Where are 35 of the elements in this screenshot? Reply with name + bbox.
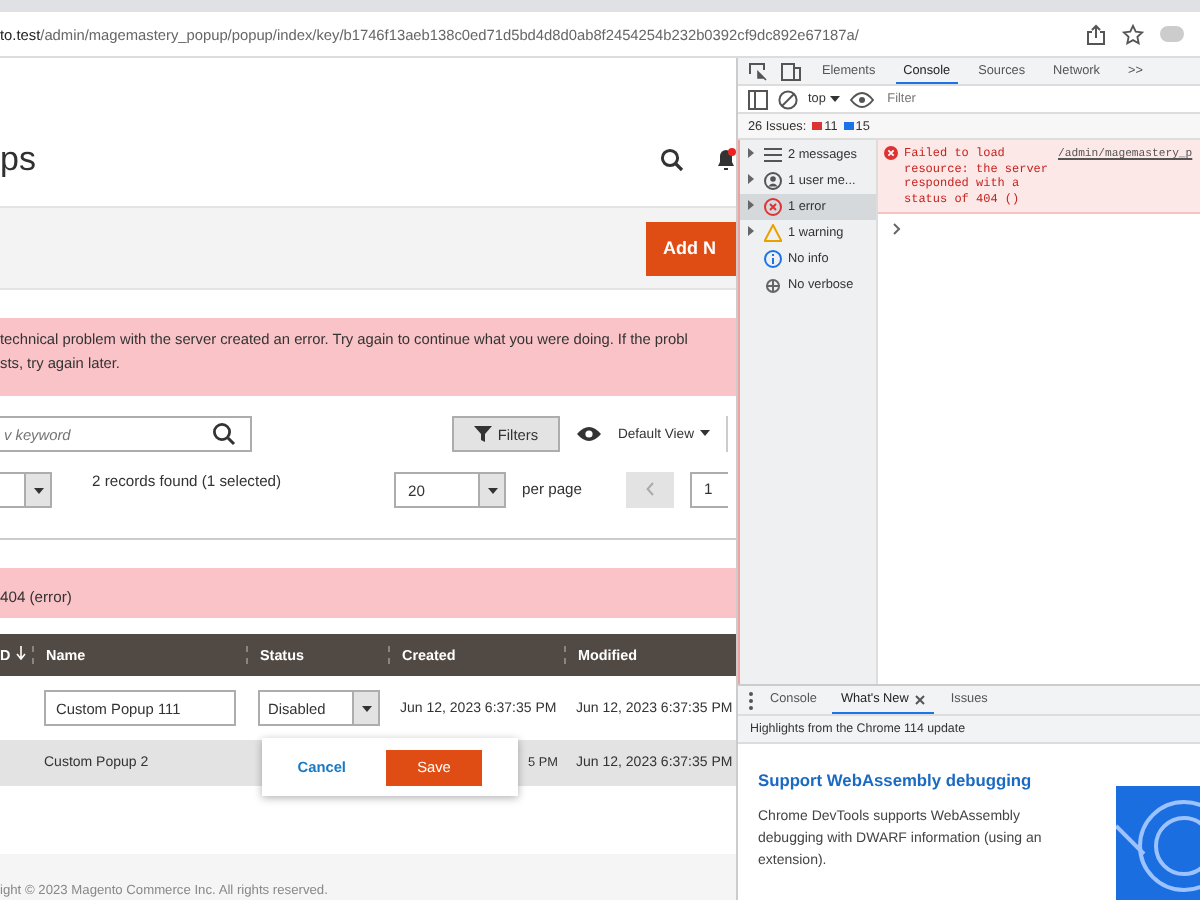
caret-icon xyxy=(700,430,710,437)
user-icon xyxy=(764,172,782,190)
funnel-icon xyxy=(473,426,492,442)
clear-icon[interactable] xyxy=(778,89,798,109)
caret-icon xyxy=(33,487,43,493)
warning-icon xyxy=(764,224,782,242)
add-new-button[interactable]: Add N xyxy=(645,221,736,275)
bell-icon[interactable] xyxy=(716,148,736,172)
chevron-left-icon xyxy=(646,482,654,496)
more-menu-icon[interactable] xyxy=(748,691,754,709)
star-icon[interactable] xyxy=(1122,23,1144,45)
list-icon xyxy=(764,146,782,164)
info-icon xyxy=(764,250,782,268)
inspect-icon[interactable] xyxy=(748,61,768,81)
error-icon xyxy=(764,198,782,216)
caret-icon xyxy=(487,487,498,493)
expand-arrow-icon[interactable] xyxy=(748,226,754,236)
eye-icon xyxy=(575,426,602,442)
device-icon[interactable] xyxy=(780,61,802,81)
expand-arrow-icon[interactable] xyxy=(748,148,754,158)
prompt-chevron-icon xyxy=(892,222,902,236)
error-icon xyxy=(884,146,898,160)
share-icon[interactable] xyxy=(1086,23,1106,45)
expand-arrow-icon[interactable] xyxy=(748,174,754,184)
search-icon[interactable] xyxy=(212,422,236,446)
expand-arrow-icon[interactable] xyxy=(748,200,754,210)
article-illustration xyxy=(1116,786,1200,900)
close-icon[interactable] xyxy=(914,693,927,705)
caret-icon xyxy=(361,705,371,711)
sidebar-toggle-icon[interactable] xyxy=(748,89,768,109)
caret-icon xyxy=(829,96,840,102)
search-icon[interactable] xyxy=(660,148,684,172)
article-title[interactable]: Support WebAssembly debugging xyxy=(758,770,1078,790)
page-title: ps xyxy=(0,140,38,180)
eye-icon[interactable] xyxy=(849,91,874,107)
